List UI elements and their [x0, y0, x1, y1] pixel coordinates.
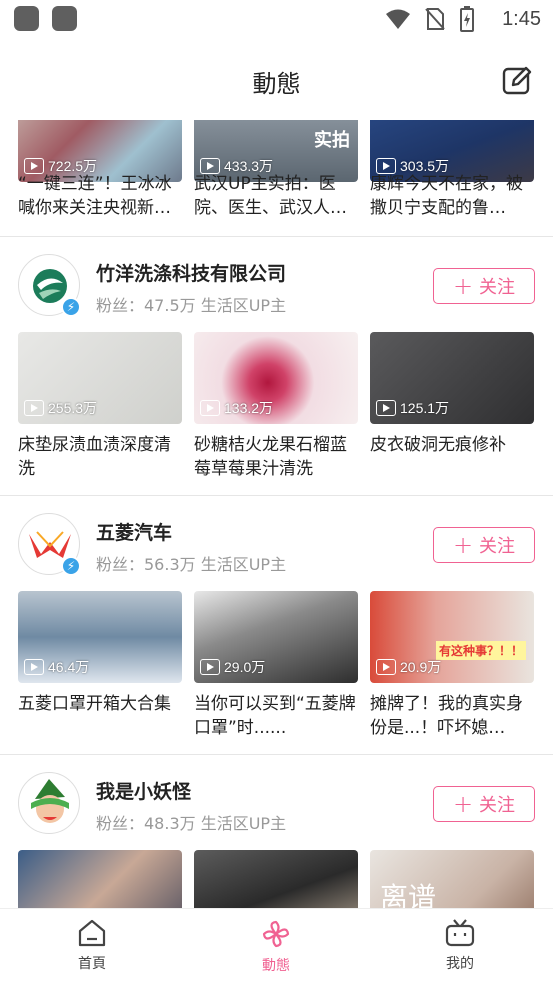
- nav-me[interactable]: 我的: [420, 919, 500, 973]
- play-icon: [24, 400, 44, 416]
- view-count: 125.1万: [376, 398, 449, 418]
- uploader-name[interactable]: 五菱汽车: [96, 518, 172, 545]
- nav-dynamics[interactable]: 動態: [236, 919, 316, 975]
- pinwheel-icon: [262, 920, 290, 948]
- cartoon-avatar-icon: [31, 779, 69, 823]
- view-count: 46.4万: [24, 657, 89, 677]
- follow-button[interactable]: + 关注: [433, 268, 535, 304]
- nav-label: 動態: [262, 958, 290, 974]
- notification-app-icon: [14, 6, 39, 31]
- video-title[interactable]: 武汉UP主实拍：医院、医生、武汉人…: [194, 172, 360, 220]
- video-title[interactable]: 皮衣破洞无痕修补: [370, 433, 536, 483]
- uploader-meta: 粉丝：47.5万 生活区UP主: [96, 296, 287, 315]
- edit-icon: [502, 66, 532, 95]
- follow-card: 我是小妖怪 粉丝：48.3万 生活区UP主 + 关注 离谱: [0, 755, 553, 908]
- notification-app-icon: [52, 6, 77, 31]
- battery-charging-icon: [460, 6, 474, 32]
- follow-card: ⚡ 五菱汽车 粉丝：56.3万 生活区UP主 + 关注 46.4万 五菱口罩开箱大…: [0, 496, 553, 755]
- view-count: 133.2万: [200, 398, 273, 418]
- play-icon: [376, 400, 396, 416]
- plus-icon: +: [452, 272, 474, 300]
- video-title[interactable]: “一键三连”！王冰冰喊你来关注央视新…: [18, 172, 184, 220]
- video-thumbnail[interactable]: 255.3万: [18, 332, 182, 424]
- view-count: 20.9万: [376, 657, 441, 677]
- plus-icon: +: [452, 531, 474, 559]
- nav-label: 我的: [446, 956, 474, 972]
- wifi-icon: [386, 9, 410, 29]
- video-thumbnail[interactable]: 133.2万: [194, 332, 358, 424]
- compose-button[interactable]: [501, 64, 533, 96]
- follow-button[interactable]: + 关注: [433, 527, 535, 563]
- view-count: 255.3万: [24, 398, 97, 418]
- video-thumbnail[interactable]: [194, 850, 358, 908]
- thumbnail-caption: 有这种事？！！: [435, 641, 526, 660]
- thumbnail-caption: 离谱: [380, 881, 437, 908]
- video-thumbnail[interactable]: [18, 850, 182, 908]
- video-title[interactable]: 床垫尿渍血渍深度清洗: [18, 433, 184, 483]
- thumbnail-caption: 实拍: [314, 130, 350, 151]
- uploader-name[interactable]: 我是小妖怪: [96, 777, 191, 804]
- bottom-navigation: 首頁 動態 我的: [0, 908, 553, 983]
- follow-button[interactable]: + 关注: [433, 786, 535, 822]
- video-thumbnail[interactable]: 125.1万: [370, 332, 534, 424]
- follow-card: ⚡ 竹洋洗涤科技有限公司 粉丝：47.5万 生活区UP主 + 关注 255.3万 …: [0, 237, 553, 496]
- video-title[interactable]: 五菱口罩开箱大合集: [18, 692, 184, 742]
- nav-home[interactable]: 首頁: [52, 919, 132, 973]
- play-icon: [24, 659, 44, 675]
- follow-card-partial: 722.5万 “一键三连”！王冰冰喊你来关注央视新… 实拍 433.3万 武汉U…: [0, 120, 553, 237]
- feed[interactable]: 722.5万 “一键三连”！王冰冰喊你来关注央视新… 实拍 433.3万 武汉U…: [0, 120, 553, 908]
- tv-icon: [445, 919, 475, 947]
- video-thumbnail[interactable]: 离谱: [370, 850, 534, 908]
- home-icon: [78, 919, 106, 947]
- uploader-name[interactable]: 竹洋洗涤科技有限公司: [96, 259, 286, 286]
- play-icon: [200, 659, 220, 675]
- video-title[interactable]: 砂糖桔火龙果石榴蓝莓草莓果汁清洗: [194, 433, 360, 483]
- plus-icon: +: [452, 790, 474, 818]
- clock: 1:45: [502, 8, 541, 30]
- verified-badge-icon: ⚡: [61, 556, 81, 576]
- avatar[interactable]: [18, 772, 80, 834]
- play-icon: [376, 659, 396, 675]
- video-thumbnail[interactable]: 29.0万: [194, 591, 358, 683]
- view-count: 29.0万: [200, 657, 265, 677]
- avatar[interactable]: ⚡: [18, 513, 81, 576]
- no-sim-icon: [425, 8, 445, 30]
- uploader-meta: 粉丝：56.3万 生活区UP主: [96, 555, 287, 574]
- video-thumbnail[interactable]: 有这种事？！！ 20.9万: [370, 591, 534, 683]
- video-title[interactable]: 摊牌了！我的真实身份是...！吓坏媳…: [370, 692, 536, 742]
- nav-label: 首頁: [78, 956, 106, 972]
- video-title[interactable]: 当你可以买到“五菱牌口罩”时......: [194, 692, 360, 742]
- verified-badge-icon: ⚡: [61, 297, 81, 317]
- avatar[interactable]: ⚡: [18, 254, 81, 317]
- play-icon: [200, 400, 220, 416]
- app-header: 動態: [0, 40, 553, 120]
- video-thumbnail[interactable]: 46.4万: [18, 591, 182, 683]
- page-title: 動態: [252, 70, 301, 98]
- video-title[interactable]: 康辉今天不在家，被撒贝宁支配的鲁…: [370, 172, 536, 220]
- uploader-meta: 粉丝：48.3万 生活区UP主: [96, 814, 287, 833]
- status-bar: 1:45: [0, 0, 553, 40]
